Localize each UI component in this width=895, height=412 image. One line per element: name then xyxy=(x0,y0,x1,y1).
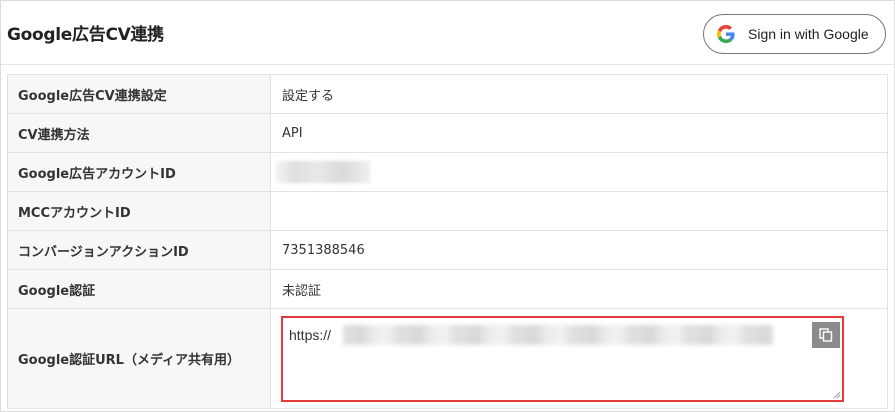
table-row: Google広告アカウントID xyxy=(7,152,888,192)
row-label: Google認証 xyxy=(7,269,271,309)
settings-table: Google広告CV連携設定 設定する CV連携方法 API Google広告ア… xyxy=(7,74,888,409)
table-row: Google認証URL（メディア共有用） https:// xyxy=(7,308,888,409)
table-row: コンバージョンアクションID 7351388546 xyxy=(7,230,888,270)
row-label: コンバージョンアクションID xyxy=(7,230,271,270)
sign-in-label: Sign in with Google xyxy=(748,26,869,42)
row-value: 未認証 xyxy=(270,269,888,309)
row-label: MCCアカウントID xyxy=(7,191,271,231)
sign-in-with-google-button[interactable]: Sign in with Google xyxy=(703,14,886,54)
resize-grip-icon[interactable] xyxy=(833,391,841,399)
row-value: 設定する xyxy=(270,74,888,114)
table-row: Google広告CV連携設定 設定する xyxy=(7,74,888,114)
auth-url-textarea[interactable]: https:// xyxy=(281,315,844,402)
google-ads-cv-panel: Google広告CV連携 Sign in with Google Google広… xyxy=(0,0,895,412)
row-label: Google広告アカウントID xyxy=(7,152,271,192)
table-row: CV連携方法 API xyxy=(7,113,888,153)
row-value xyxy=(270,191,888,231)
copy-icon xyxy=(819,327,833,342)
row-value: API xyxy=(270,113,888,153)
auth-url-text[interactable]: https:// xyxy=(289,327,331,343)
panel-header: Google広告CV連携 Sign in with Google xyxy=(1,1,894,65)
row-label: Google認証URL（メディア共有用） xyxy=(7,308,271,409)
page-title: Google広告CV連携 xyxy=(7,25,164,45)
auth-url-cell: https:// xyxy=(270,308,888,409)
table-row: Google認証 未認証 xyxy=(7,269,888,309)
copy-button[interactable] xyxy=(812,321,840,348)
table-row: MCCアカウントID xyxy=(7,191,888,231)
row-label: CV連携方法 xyxy=(7,113,271,153)
google-g-icon xyxy=(717,25,735,43)
redacted-account-id xyxy=(276,161,370,183)
row-value-redacted xyxy=(270,152,888,192)
redacted-url xyxy=(343,324,773,345)
row-value: 7351388546 xyxy=(270,230,888,270)
row-label: Google広告CV連携設定 xyxy=(7,74,271,114)
